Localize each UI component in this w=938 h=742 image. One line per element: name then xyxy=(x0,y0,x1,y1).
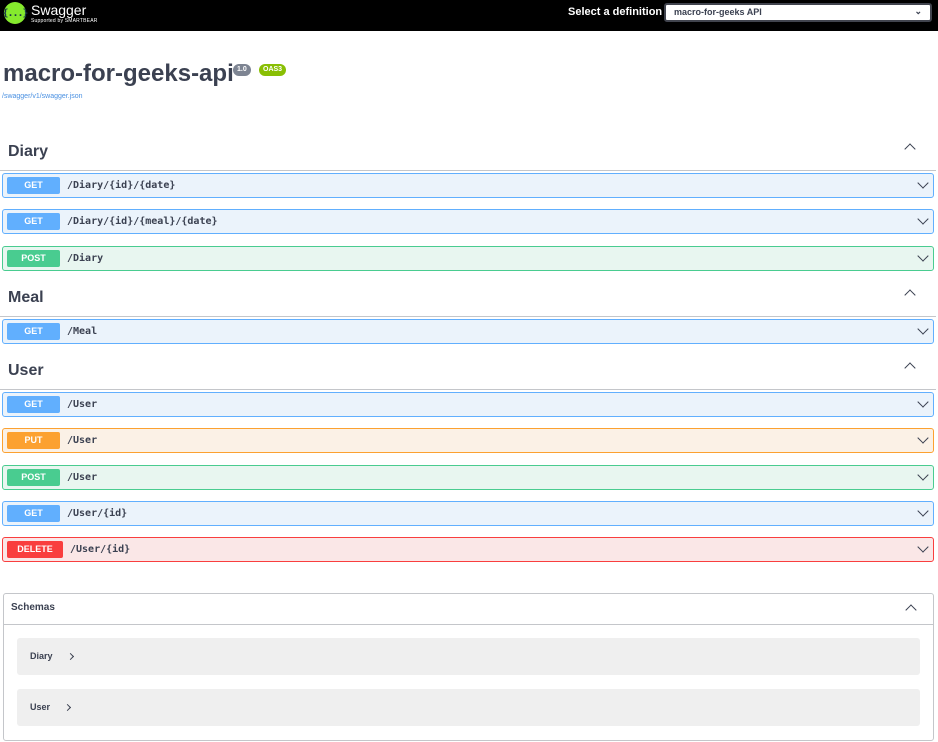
tag-user[interactable]: User xyxy=(0,350,936,390)
chevron-down-icon[interactable] xyxy=(917,250,929,262)
operation-path: /User/{id} xyxy=(67,508,128,519)
operation-put-user[interactable]: PUT /User xyxy=(2,428,934,453)
oas-badge: OAS3 xyxy=(259,64,287,76)
model-name: Diary xyxy=(30,651,53,661)
method-badge: PUT xyxy=(7,432,60,449)
method-badge: GET xyxy=(7,396,60,413)
operation-post-diary[interactable]: POST /Diary xyxy=(2,246,934,271)
operation-path: /Diary xyxy=(67,253,104,264)
spec-url-link[interactable]: /swagger/v1/swagger.json xyxy=(2,93,83,100)
chevron-up-icon[interactable] xyxy=(904,143,916,155)
logo-subtitle: Supported by SMARTBEAR xyxy=(31,17,98,24)
tag-diary[interactable]: Diary xyxy=(0,131,936,171)
operation-path: /Diary/{id}/{date} xyxy=(67,180,176,191)
version-badge: 1.0 xyxy=(233,64,251,76)
method-badge: DELETE xyxy=(7,541,63,558)
method-badge: GET xyxy=(7,213,60,230)
operation-get-diary-id-date[interactable]: GET /Diary/{id}/{date} xyxy=(2,173,934,198)
tag-name: User xyxy=(8,362,44,379)
method-badge: POST xyxy=(7,469,60,486)
tag-name: Diary xyxy=(8,143,49,160)
definition-selected-value: macro-for-geeks API xyxy=(674,7,762,17)
chevron-down-icon[interactable] xyxy=(917,396,929,408)
model-name: User xyxy=(30,702,51,712)
chevron-down-icon[interactable] xyxy=(917,469,929,481)
operation-path: /User/{id} xyxy=(70,544,131,555)
operation-delete-user-id[interactable]: DELETE /User/{id} xyxy=(2,537,934,562)
chevron-up-icon[interactable] xyxy=(905,604,917,616)
definition-label: Select a definition xyxy=(568,6,663,18)
operation-get-user-id[interactable]: GET /User/{id} xyxy=(2,501,934,526)
api-title: macro-for-geeks-api xyxy=(3,60,234,87)
tag-name: Meal xyxy=(8,289,44,306)
operation-post-user[interactable]: POST /User xyxy=(2,465,934,490)
operation-get-user[interactable]: GET /User xyxy=(2,392,934,417)
chevron-down-icon: ⌄ xyxy=(914,6,922,16)
top-bar: {...} Swagger Supported by SMARTBEAR Sel… xyxy=(0,0,938,31)
tag-meal[interactable]: Meal xyxy=(0,277,936,317)
chevron-down-icon[interactable] xyxy=(917,213,929,225)
chevron-down-icon[interactable] xyxy=(917,505,929,517)
operation-path: /Meal xyxy=(67,326,98,337)
method-badge: GET xyxy=(7,505,60,522)
definition-select[interactable]: macro-for-geeks API ⌄ xyxy=(664,3,932,22)
schemas-header[interactable]: Schemas xyxy=(4,594,933,625)
chevron-right-icon[interactable] xyxy=(63,703,72,712)
chevron-up-icon[interactable] xyxy=(904,289,916,301)
chevron-right-icon[interactable] xyxy=(66,652,75,661)
operation-path: /Diary/{id}/{meal}/{date} xyxy=(67,216,218,227)
schema-model-diary[interactable]: Diary xyxy=(17,638,920,675)
operation-path: /User xyxy=(67,472,98,483)
operation-get-diary-id-meal-date[interactable]: GET /Diary/{id}/{meal}/{date} xyxy=(2,209,934,234)
chevron-up-icon[interactable] xyxy=(904,362,916,374)
chevron-down-icon[interactable] xyxy=(917,177,929,189)
swagger-logo[interactable]: {...} Swagger Supported by SMARTBEAR xyxy=(2,1,98,24)
logo-name: Swagger xyxy=(31,1,87,18)
swagger-logo-icon: {...} xyxy=(2,2,29,24)
operation-path: /User xyxy=(67,435,98,446)
schemas-section: Schemas Diary User xyxy=(3,593,934,741)
operation-get-meal[interactable]: GET /Meal xyxy=(2,319,934,344)
chevron-down-icon[interactable] xyxy=(917,323,929,335)
schemas-title: Schemas xyxy=(11,602,55,613)
method-badge: POST xyxy=(7,250,60,267)
chevron-down-icon[interactable] xyxy=(917,432,929,444)
method-badge: GET xyxy=(7,177,60,194)
schema-model-user[interactable]: User xyxy=(17,689,920,726)
operation-path: /User xyxy=(67,399,98,410)
chevron-down-icon[interactable] xyxy=(917,541,929,553)
method-badge: GET xyxy=(7,323,60,340)
